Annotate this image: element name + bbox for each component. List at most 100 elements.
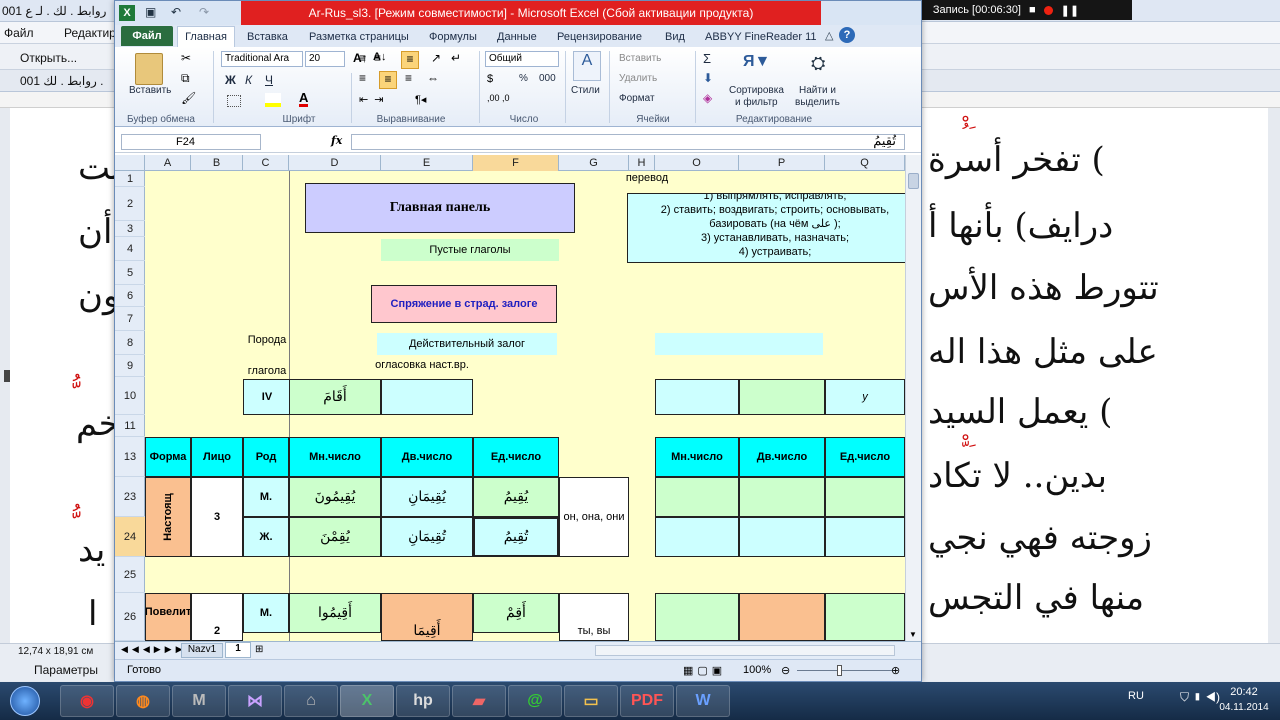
vertical-align-icons[interactable]: ≡≡: [359, 51, 389, 65]
p24-cell[interactable]: [739, 517, 825, 557]
formula-input[interactable]: تُقِيمُ: [351, 134, 905, 150]
binoculars-icon[interactable]: ⛭: [811, 53, 825, 74]
row-header[interactable]: 25: [115, 557, 145, 593]
scroll-down-icon[interactable]: ▼: [909, 630, 917, 639]
italic-button[interactable]: К: [245, 73, 252, 87]
row-header[interactable]: 2: [115, 187, 145, 221]
m-app-icon[interactable]: M: [172, 685, 226, 717]
row-header[interactable]: 13: [115, 437, 145, 477]
column-header[interactable]: O: [655, 155, 739, 171]
borders-icon[interactable]: [227, 95, 241, 107]
sheet-tab-1[interactable]: 1: [225, 642, 251, 658]
masculine-cell[interactable]: М.: [243, 477, 289, 517]
tab-formulas[interactable]: Формулы: [429, 27, 477, 47]
row-header[interactable]: 10: [115, 377, 145, 415]
zoom-in-icon[interactable]: ⊕: [891, 664, 900, 677]
tab-file[interactable]: Файл: [121, 26, 173, 46]
font-size-select[interactable]: 20: [305, 51, 345, 67]
find-select-label2[interactable]: выделить: [795, 97, 840, 108]
header-dual[interactable]: Дв.число: [381, 437, 473, 477]
column-header[interactable]: H: [629, 155, 655, 171]
delete-cells-button[interactable]: Удалить: [619, 73, 657, 84]
zoom-out-icon[interactable]: ⊖: [781, 664, 790, 677]
paste-button[interactable]: Вставить: [129, 85, 171, 96]
q10-cell[interactable]: у: [825, 379, 905, 415]
e24-cell[interactable]: تُقِيمَانِ: [381, 517, 473, 557]
help-icon[interactable]: ?: [839, 27, 855, 43]
find-select-label1[interactable]: Найти и: [799, 85, 836, 96]
align-right-icon[interactable]: ≡: [405, 71, 412, 85]
tab-review[interactable]: Рецензирование: [557, 27, 642, 47]
align-center-icon[interactable]: ≡: [379, 71, 397, 89]
column-header[interactable]: Q: [825, 155, 905, 171]
row-header[interactable]: 3: [115, 221, 145, 237]
rtl-icon[interactable]: ¶◂: [415, 93, 426, 106]
thousands-button[interactable]: 000: [539, 73, 556, 84]
tab-view[interactable]: Вид: [665, 27, 685, 47]
worksheet-grid[interactable]: перевод Главная панель 1) выпрямлять, ис…: [145, 171, 905, 641]
sheet-nav-icons[interactable]: ◀◀◀▶▶▶: [121, 644, 187, 655]
horizontal-align-icons[interactable]: ≡: [359, 71, 374, 85]
orientation-icon[interactable]: ↗: [431, 51, 441, 65]
d26-cell[interactable]: أَقِيمُوا: [289, 593, 381, 633]
horizontal-scrollbar[interactable]: [595, 645, 895, 656]
tab-abbyy[interactable]: ABBYY FineReader 11: [705, 27, 817, 47]
q23-cell[interactable]: [825, 477, 905, 517]
f23-cell[interactable]: يُقِيمُ: [473, 477, 559, 517]
fill-color-icon[interactable]: [265, 93, 281, 107]
row-header[interactable]: 8: [115, 331, 145, 355]
presentation-icon[interactable]: ▰: [452, 685, 506, 717]
fill-icon[interactable]: ⬇: [703, 71, 713, 85]
row-header[interactable]: 5: [115, 261, 145, 285]
camera-icon[interactable]: ■: [1029, 4, 1036, 16]
background-tab-label[interactable]: 001 روابط . لك . لـ ع: [2, 4, 106, 18]
o23-cell[interactable]: [655, 477, 739, 517]
cut-icon[interactable]: ✂: [181, 51, 191, 65]
f24-active-cell[interactable]: تُقِيمُ: [473, 517, 559, 557]
bold-button[interactable]: Ж: [225, 73, 236, 87]
header-gender[interactable]: Род: [243, 437, 289, 477]
zoom-level[interactable]: 100%: [743, 664, 771, 676]
q24-cell[interactable]: [825, 517, 905, 557]
word-icon[interactable]: W: [676, 685, 730, 717]
column-header[interactable]: E: [381, 155, 473, 171]
e10-cell[interactable]: [381, 379, 473, 415]
column-header[interactable]: G: [559, 155, 629, 171]
vertical-scrollbar[interactable]: ▼: [905, 155, 921, 641]
o26-cell[interactable]: [655, 593, 739, 641]
header-form[interactable]: Форма: [145, 437, 191, 477]
q26-cell[interactable]: [825, 593, 905, 641]
p26-cell[interactable]: [739, 593, 825, 641]
select-all-button[interactable]: [115, 155, 145, 171]
splitter-handle[interactable]: [4, 370, 10, 382]
row-header[interactable]: 6: [115, 285, 145, 307]
undo-icon[interactable]: ↶: [171, 5, 181, 19]
paste-icon[interactable]: [135, 53, 163, 85]
indent-icons[interactable]: ⇤⇥: [359, 93, 389, 106]
mail-agent-icon[interactable]: @: [508, 685, 562, 717]
sheet-tab-nazv1[interactable]: Nazv1: [181, 643, 223, 658]
column-header[interactable]: B: [191, 155, 243, 171]
column-header[interactable]: A: [145, 155, 191, 171]
p23-cell[interactable]: [739, 477, 825, 517]
row-header[interactable]: 4: [115, 237, 145, 261]
row-header[interactable]: 23: [115, 477, 145, 517]
format-painter-icon[interactable]: 🖌: [181, 91, 196, 105]
f26-cell[interactable]: أَقِمْ: [473, 593, 559, 633]
tab-data[interactable]: Данные: [497, 27, 537, 47]
zoom-slider[interactable]: [797, 670, 897, 671]
o24-cell[interactable]: [655, 517, 739, 557]
autosum-button[interactable]: Σ: [703, 51, 711, 66]
feminine-cell[interactable]: Ж.: [243, 517, 289, 557]
verb-cell[interactable]: أَقَامَ: [289, 379, 381, 415]
align-bottom-icon[interactable]: ≡: [401, 51, 419, 69]
translation-header[interactable]: перевод: [599, 171, 695, 185]
pdf-icon[interactable]: PDF: [620, 685, 674, 717]
insert-cells-button[interactable]: Вставить: [619, 53, 661, 64]
background-document-tab[interactable]: 001 روابط . لك .: [20, 74, 103, 88]
row-header[interactable]: 9: [115, 355, 145, 377]
font-color-icon[interactable]: A: [299, 91, 309, 107]
tab-page-layout[interactable]: Разметка страницы: [309, 27, 409, 47]
format-cells-button[interactable]: Формат: [619, 93, 655, 104]
firefox-icon[interactable]: ◍: [116, 685, 170, 717]
